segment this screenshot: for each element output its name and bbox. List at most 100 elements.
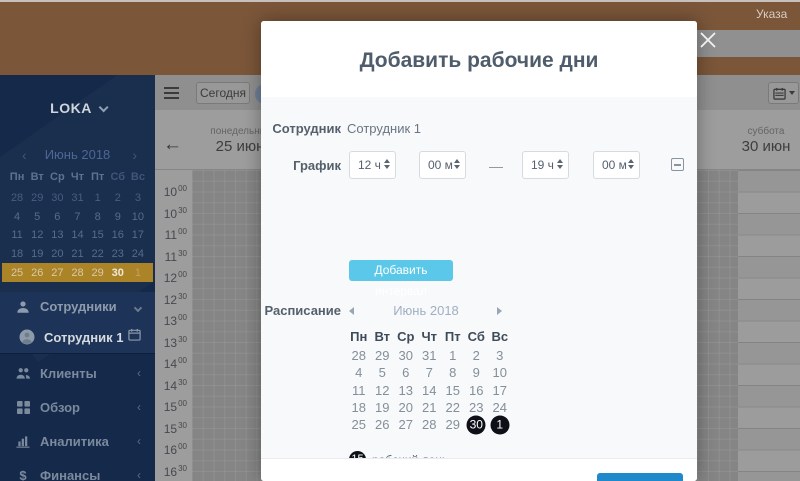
- calendar-day[interactable]: 30: [47, 192, 67, 204]
- calendar-day[interactable]: 27: [394, 416, 418, 433]
- calendar-day[interactable]: 10: [128, 211, 148, 223]
- sidebar-item-клиенты[interactable]: Клиенты‹: [0, 356, 155, 390]
- calendar-day[interactable]: 14: [67, 229, 87, 241]
- modal-prev-month-arrow[interactable]: [349, 307, 354, 315]
- calendar-day[interactable]: 9: [465, 364, 489, 381]
- calendar-day[interactable]: 1: [128, 267, 148, 279]
- calendar-day[interactable]: 3: [128, 192, 148, 204]
- calendar-day[interactable]: 13: [47, 229, 67, 241]
- calendar-day[interactable]: 31: [418, 347, 442, 364]
- to-minute-stepper[interactable]: 00 м: [593, 151, 640, 179]
- calendar-day[interactable]: 18: [7, 248, 27, 260]
- time-hour: 16: [164, 443, 177, 457]
- calendar-day-selected[interactable]: 1: [488, 416, 512, 433]
- calendar-day[interactable]: 30: [108, 267, 128, 279]
- calendar-day[interactable]: 9: [108, 211, 128, 223]
- calendar-day[interactable]: 6: [394, 364, 418, 381]
- calendar-day[interactable]: 21: [418, 399, 442, 416]
- calendar-day[interactable]: 5: [27, 211, 47, 223]
- stepper-arrows-icon[interactable]: [384, 159, 390, 169]
- add-interval-button[interactable]: Добавить интервал: [349, 260, 453, 281]
- calendar-dropdown-button[interactable]: [768, 82, 799, 104]
- calendar-day[interactable]: 2: [108, 192, 128, 204]
- calendar-day[interactable]: 29: [88, 267, 108, 279]
- sidebar-item-финансы[interactable]: $Финансы‹: [0, 458, 155, 481]
- calendar-day[interactable]: 11: [347, 382, 371, 399]
- from-hour-stepper[interactable]: 12 ч: [349, 151, 396, 179]
- calendar-day[interactable]: 5: [371, 364, 395, 381]
- close-icon[interactable]: [699, 31, 717, 49]
- calendar-day[interactable]: 24: [488, 399, 512, 416]
- modal-next-month-arrow[interactable]: [497, 307, 502, 315]
- calendar-day[interactable]: 16: [108, 229, 128, 241]
- calendar-day[interactable]: 23: [465, 399, 489, 416]
- sidebar-item-сотрудник-1[interactable]: Сотрудник 1: [0, 321, 155, 353]
- next-month-arrow[interactable]: ›: [132, 147, 137, 163]
- day-column-header-saturday: суббота 30 июн: [706, 126, 800, 155]
- calendar-day[interactable]: 27: [47, 267, 67, 279]
- calendar-day[interactable]: 1: [88, 192, 108, 204]
- save-button[interactable]: [597, 473, 683, 481]
- remove-interval-button[interactable]: [671, 158, 684, 171]
- calendar-day[interactable]: 25: [7, 267, 27, 279]
- sidebar-item-аналитика[interactable]: Аналитика‹: [0, 424, 155, 458]
- calendar-day[interactable]: 20: [47, 248, 67, 260]
- calendar-day[interactable]: 4: [7, 211, 27, 223]
- hamburger-menu-icon[interactable]: [164, 87, 179, 99]
- calendar-day[interactable]: 15: [88, 229, 108, 241]
- calendar-day[interactable]: 17: [488, 382, 512, 399]
- calendar-day[interactable]: 31: [67, 192, 87, 204]
- to-hour-stepper[interactable]: 19 ч: [522, 151, 569, 179]
- calendar-day[interactable]: 19: [27, 248, 47, 260]
- calendar-day[interactable]: 1: [441, 347, 465, 364]
- calendar-day[interactable]: 22: [88, 248, 108, 260]
- calendar-day[interactable]: 14: [418, 382, 442, 399]
- calendar-day[interactable]: 11: [7, 229, 27, 241]
- calendar-day[interactable]: 8: [88, 211, 108, 223]
- calendar-day[interactable]: 8: [441, 364, 465, 381]
- calendar-day[interactable]: 7: [67, 211, 87, 223]
- calendar-day[interactable]: 7: [418, 364, 442, 381]
- header-notification-link[interactable]: Указа: [756, 7, 787, 21]
- calendar-day[interactable]: 12: [27, 229, 47, 241]
- calendar-day[interactable]: 28: [67, 267, 87, 279]
- calendar-day[interactable]: 19: [371, 399, 395, 416]
- calendar-day[interactable]: 29: [27, 192, 47, 204]
- today-button[interactable]: Сегодня: [196, 82, 250, 104]
- calendar-day[interactable]: 20: [394, 399, 418, 416]
- calendar-day[interactable]: 3: [488, 347, 512, 364]
- calendar-day[interactable]: 30: [394, 347, 418, 364]
- calendar-day[interactable]: 2: [465, 347, 489, 364]
- calendar-day[interactable]: 18: [347, 399, 371, 416]
- sidebar-item-обзор[interactable]: Обзор‹: [0, 390, 155, 424]
- calendar-day-selected[interactable]: 30: [465, 416, 489, 433]
- calendar-day[interactable]: 6: [47, 211, 67, 223]
- calendar-icon[interactable]: [128, 328, 141, 346]
- calendar-day[interactable]: 4: [347, 364, 371, 381]
- calendar-day[interactable]: 16: [465, 382, 489, 399]
- calendar-day[interactable]: 29: [371, 347, 395, 364]
- calendar-day[interactable]: 26: [27, 267, 47, 279]
- calendar-day[interactable]: 10: [488, 364, 512, 381]
- company-selector[interactable]: LOKA: [0, 100, 155, 116]
- calendar-day[interactable]: 22: [441, 399, 465, 416]
- sidebar-item-сотрудники[interactable]: Сотрудники: [0, 292, 155, 321]
- stepper-arrows-icon[interactable]: [628, 159, 634, 169]
- calendar-day[interactable]: 12: [371, 382, 395, 399]
- calendar-day[interactable]: 28: [7, 192, 27, 204]
- calendar-day[interactable]: 15: [441, 382, 465, 399]
- calendar-day[interactable]: 28: [418, 416, 442, 433]
- calendar-day[interactable]: 17: [128, 229, 148, 241]
- calendar-day[interactable]: 24: [128, 248, 148, 260]
- calendar-day[interactable]: 28: [347, 347, 371, 364]
- stepper-arrows-icon[interactable]: [454, 159, 460, 169]
- calendar-day[interactable]: 13: [394, 382, 418, 399]
- stepper-arrows-icon[interactable]: [557, 159, 563, 169]
- calendar-day[interactable]: 26: [371, 416, 395, 433]
- calendar-day[interactable]: 29: [441, 416, 465, 433]
- calendar-day[interactable]: 21: [67, 248, 87, 260]
- chevron-down-icon: [789, 91, 795, 95]
- calendar-day[interactable]: 23: [108, 248, 128, 260]
- from-minute-stepper[interactable]: 00 м: [419, 151, 466, 179]
- calendar-day[interactable]: 25: [347, 416, 371, 433]
